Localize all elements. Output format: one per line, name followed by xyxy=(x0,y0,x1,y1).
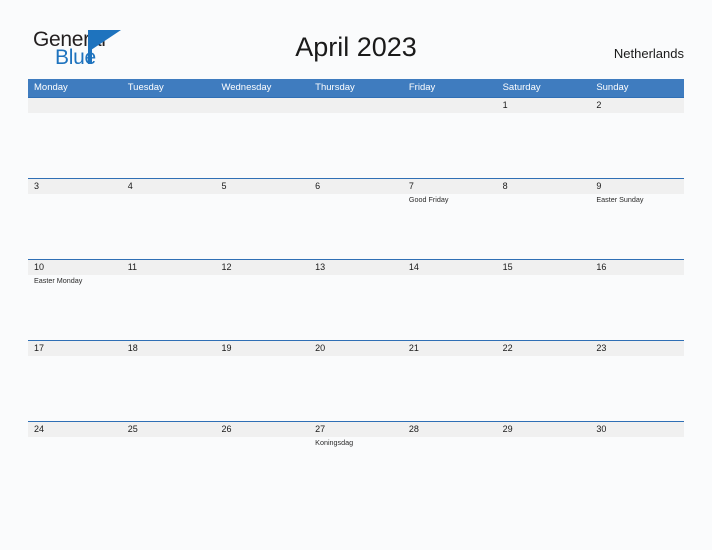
day-number: 9 xyxy=(596,181,602,191)
day-number: 23 xyxy=(596,343,607,353)
day-number xyxy=(315,98,397,113)
day-cell[interactable]: 14 xyxy=(403,260,497,340)
day-number: 13 xyxy=(315,262,326,272)
day-number: 3 xyxy=(34,181,40,191)
day-number: 20 xyxy=(315,343,326,353)
day-cell[interactable]: 7 Good Friday xyxy=(403,179,497,259)
day-number: 19 xyxy=(221,343,232,353)
day-event: Easter Sunday xyxy=(596,195,644,204)
day-number: 10 xyxy=(34,262,45,272)
calendar-page: General Blue April 2023 Netherlands Mond… xyxy=(0,0,712,550)
day-number: 12 xyxy=(221,262,232,272)
day-cell[interactable]: 22 xyxy=(497,341,591,421)
weekday-header-wednesday: Wednesday xyxy=(221,82,272,93)
day-cell[interactable]: 30 xyxy=(590,422,684,502)
country-label: Netherlands xyxy=(613,46,684,61)
day-cell[interactable]: 25 xyxy=(122,422,216,502)
day-cell[interactable]: 16 xyxy=(590,260,684,340)
day-cell[interactable]: 24 xyxy=(28,422,122,502)
day-cell[interactable]: 5 xyxy=(215,179,309,259)
day-number: 6 xyxy=(315,181,321,191)
weekday-header-thursday: Thursday xyxy=(315,82,355,93)
day-cell[interactable] xyxy=(28,98,122,178)
day-event: Good Friday xyxy=(408,195,449,204)
day-number xyxy=(34,98,116,113)
week-row: 10 Easter Monday 11 12 13 14 15 16 xyxy=(28,259,684,340)
day-cell[interactable]: 23 xyxy=(590,341,684,421)
day-number: 5 xyxy=(221,181,227,191)
weekday-header-monday: Monday xyxy=(34,82,68,93)
day-number: 11 xyxy=(127,262,138,272)
week-row: 1 2 xyxy=(28,97,684,178)
weekday-header-tuesday: Tuesday xyxy=(127,82,164,93)
day-number: 17 xyxy=(34,343,45,353)
day-cell[interactable]: 21 xyxy=(403,341,497,421)
day-number: 8 xyxy=(502,181,508,191)
day-number: 28 xyxy=(408,424,419,434)
weekday-header-saturday: Saturday xyxy=(502,82,541,93)
day-cell[interactable] xyxy=(215,98,309,178)
day-number: 4 xyxy=(127,181,133,191)
day-cell[interactable]: 28 xyxy=(403,422,497,502)
day-number: 18 xyxy=(127,343,138,353)
weekday-header-row: Monday Tuesday Wednesday Thursday Friday… xyxy=(28,79,684,97)
day-number: 22 xyxy=(502,343,513,353)
day-number: 27 xyxy=(315,424,326,434)
day-cell[interactable]: 13 xyxy=(309,260,403,340)
day-cell[interactable]: 12 xyxy=(215,260,309,340)
month-calendar: Monday Tuesday Wednesday Thursday Friday… xyxy=(28,79,684,502)
day-number: 2 xyxy=(596,100,602,110)
week-row: 24 25 26 27 Koningsdag 28 29 30 xyxy=(28,421,684,502)
day-number xyxy=(221,98,303,113)
day-number: 21 xyxy=(408,343,419,353)
day-event: Koningsdag xyxy=(315,438,354,447)
day-cell[interactable]: 9 Easter Sunday xyxy=(590,179,684,259)
day-number: 7 xyxy=(408,181,414,191)
day-number xyxy=(128,98,210,113)
page-title: April 2023 xyxy=(295,32,417,62)
weekday-header-sunday: Sunday xyxy=(596,82,629,93)
day-number: 29 xyxy=(502,424,513,434)
day-cell[interactable]: 17 xyxy=(28,341,122,421)
day-number xyxy=(409,98,491,113)
day-cell[interactable]: 29 xyxy=(497,422,591,502)
week-row: 17 18 19 20 21 22 23 xyxy=(28,340,684,421)
day-cell[interactable]: 4 xyxy=(122,179,216,259)
day-number: 25 xyxy=(127,424,138,434)
week-row: 3 4 5 6 7 Good Friday 8 9 Easter Sunday xyxy=(28,178,684,259)
day-cell[interactable]: 27 Koningsdag xyxy=(309,422,403,502)
day-number: 26 xyxy=(221,424,232,434)
day-cell[interactable]: 19 xyxy=(215,341,309,421)
day-number: 16 xyxy=(596,262,607,272)
day-cell[interactable] xyxy=(403,98,497,178)
day-cell[interactable]: 11 xyxy=(122,260,216,340)
day-cell[interactable] xyxy=(309,98,403,178)
day-cell[interactable]: 10 Easter Monday xyxy=(28,260,122,340)
day-number: 24 xyxy=(34,424,45,434)
day-number: 14 xyxy=(408,262,419,272)
day-cell[interactable]: 2 xyxy=(590,98,684,178)
day-number: 15 xyxy=(502,262,513,272)
day-cell[interactable]: 20 xyxy=(309,341,403,421)
day-cell[interactable]: 8 xyxy=(497,179,591,259)
page-header: General Blue April 2023 Netherlands xyxy=(0,0,712,69)
day-cell[interactable]: 3 xyxy=(28,179,122,259)
weekday-header-friday: Friday xyxy=(408,82,436,93)
day-cell[interactable]: 6 xyxy=(309,179,403,259)
day-cell[interactable] xyxy=(122,98,216,178)
day-cell[interactable]: 1 xyxy=(497,98,591,178)
day-cell[interactable]: 26 xyxy=(215,422,309,502)
day-cell[interactable]: 18 xyxy=(122,341,216,421)
day-event: Easter Monday xyxy=(34,276,83,285)
day-number: 30 xyxy=(596,424,607,434)
day-number: 1 xyxy=(502,100,508,110)
day-cell[interactable]: 15 xyxy=(497,260,591,340)
